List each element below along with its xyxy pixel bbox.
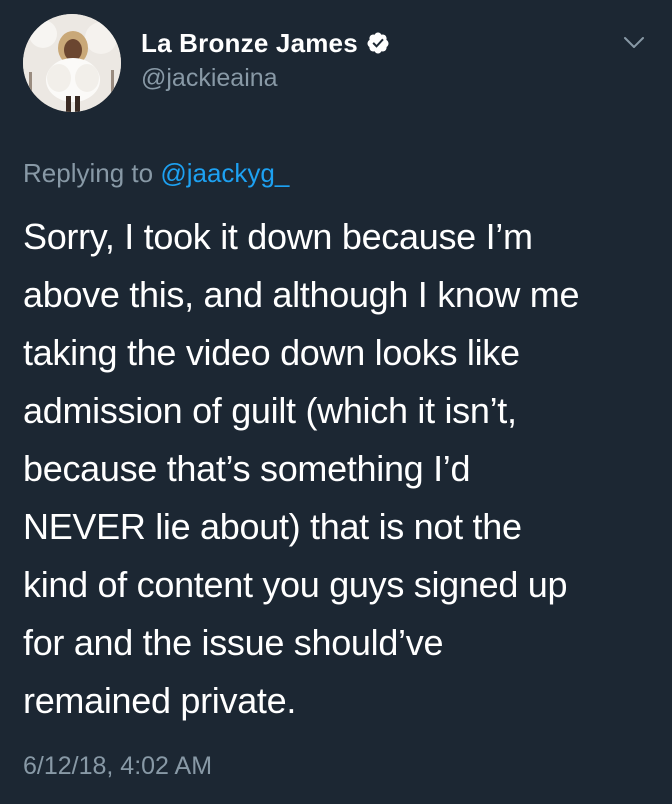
verified-badge-icon [367,32,389,54]
tweet-text-line: NEVER lie about) that is not the [23,506,522,547]
tweet-header: La Bronze James @jackieaina [23,14,649,114]
tweet-text-line: for and the issue should’ve [23,622,444,663]
tweet-text-line: taking the video down looks like [23,332,520,373]
author-names: La Bronze James @jackieaina [141,26,390,93]
tweet-text-line: remained private. [23,680,297,721]
tweet: La Bronze James @jackieaina Replying to … [0,0,672,804]
tweet-text-line: kind of content you guys signed up [23,564,568,605]
avatar[interactable] [23,14,121,112]
tweet-text: Sorry, I took it down because I’m above … [23,208,653,730]
tweet-text-line: Sorry, I took it down because I’m [23,216,533,257]
reply-context: Replying to @jaackyg_ [23,158,289,189]
display-name[interactable]: La Bronze James [141,28,358,59]
handle[interactable]: @jackieaina [141,64,390,93]
chevron-down-icon[interactable] [623,36,645,50]
reply-prefix: Replying to [23,158,154,188]
tweet-text-line: admission of guilt (which it isn’t, [23,390,517,431]
tweet-text-line: because that’s something I’d [23,448,471,489]
tweet-text-line: above this, and although I know me [23,274,580,315]
reply-mention-link[interactable]: @jaackyg_ [160,158,289,188]
tweet-timestamp[interactable]: 6/12/18, 4:02 AM [23,752,212,781]
avatar-image [23,14,121,112]
display-name-row: La Bronze James [141,26,390,60]
